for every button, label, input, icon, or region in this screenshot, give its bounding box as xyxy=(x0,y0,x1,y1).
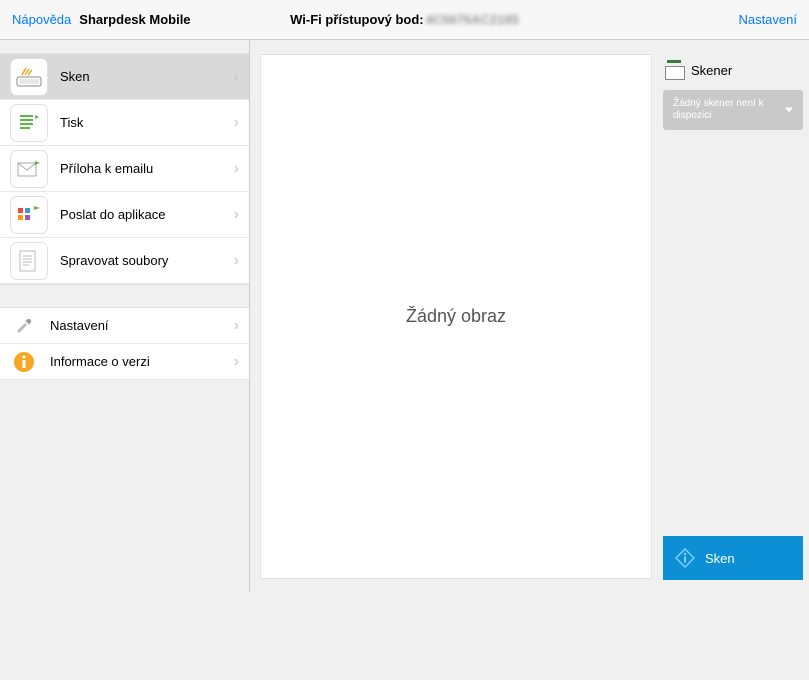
sidebar: Sken › Tisk › xyxy=(0,40,250,592)
topbar-left: Nápověda Sharpdesk Mobile xyxy=(12,12,191,27)
sidebar-spacer xyxy=(0,40,249,54)
sidebar-item-print[interactable]: Tisk › xyxy=(0,100,249,146)
chevron-right-icon: › xyxy=(234,160,239,178)
scan-button-label: Sken xyxy=(705,551,735,566)
print-icon xyxy=(10,104,48,142)
files-icon xyxy=(10,242,48,280)
scan-button[interactable]: Sken xyxy=(663,536,803,580)
chevron-right-icon: › xyxy=(234,206,239,224)
scan-icon xyxy=(10,58,48,96)
wifi-status: Wi-Fi přístupový bod: 4C5676AC2185 xyxy=(290,12,519,27)
sidebar-item-label: Nastavení xyxy=(50,318,234,333)
chevron-right-icon: › xyxy=(234,317,239,335)
scan-action-icon xyxy=(675,548,695,568)
scanner-panel: Skener Žádný skener není k dispozici xyxy=(663,54,803,130)
help-link[interactable]: Nápověda xyxy=(12,12,71,27)
sidebar-item-label: Sken xyxy=(60,69,234,84)
sidebar-item-info[interactable]: Informace o verzi › xyxy=(0,344,249,380)
sidebar-item-label: Spravovat soubory xyxy=(60,253,234,268)
chevron-right-icon: › xyxy=(234,68,239,86)
sidebar-gap xyxy=(0,284,249,308)
wifi-ssid: 4C5676AC2185 xyxy=(426,12,519,27)
content: Žádný obraz Skener Žádný skener není k d… xyxy=(250,40,809,592)
sidebar-item-email[interactable]: Příloha k emailu › xyxy=(0,146,249,192)
preview-empty-text: Žádný obraz xyxy=(406,306,506,327)
app-title: Sharpdesk Mobile xyxy=(79,12,190,27)
email-icon xyxy=(10,150,48,188)
chevron-right-icon: › xyxy=(234,114,239,132)
settings-icon xyxy=(10,312,38,340)
wifi-label: Wi-Fi přístupový bod: xyxy=(290,12,423,27)
scanner-header-label: Skener xyxy=(691,63,732,78)
topbar: Nápověda Sharpdesk Mobile Wi-Fi přístupo… xyxy=(0,0,809,40)
sidebar-item-label: Poslat do aplikace xyxy=(60,207,234,222)
sidebar-item-label: Informace o verzi xyxy=(50,354,234,369)
main: Sken › Tisk › xyxy=(0,40,809,592)
chevron-right-icon: › xyxy=(234,353,239,371)
sidebar-item-scan[interactable]: Sken › xyxy=(0,54,249,100)
chevron-right-icon: › xyxy=(234,252,239,270)
sidebar-item-label: Příloha k emailu xyxy=(60,161,234,176)
sidebar-item-settings[interactable]: Nastavení › xyxy=(0,308,249,344)
settings-link[interactable]: Nastavení xyxy=(738,12,797,27)
scanner-dropdown[interactable]: Žádný skener není k dispozici xyxy=(663,90,803,130)
apps-icon xyxy=(10,196,48,234)
sidebar-item-send-app[interactable]: Poslat do aplikace › xyxy=(0,192,249,238)
scanner-icon xyxy=(665,60,683,80)
scanner-header: Skener xyxy=(663,54,803,90)
info-icon xyxy=(10,348,38,376)
sidebar-item-label: Tisk xyxy=(60,115,234,130)
sidebar-item-files[interactable]: Spravovat soubory › xyxy=(0,238,249,284)
sidebar-rest xyxy=(0,380,249,680)
preview-pane: Žádný obraz xyxy=(260,54,652,579)
